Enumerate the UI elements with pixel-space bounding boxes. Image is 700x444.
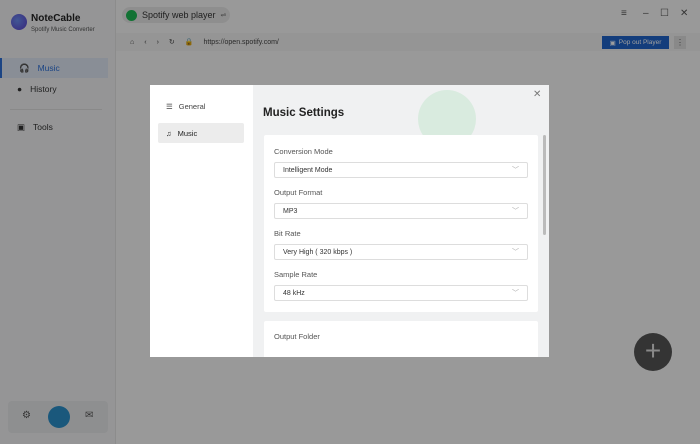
nav-label: General xyxy=(178,101,206,111)
settings-nav-music[interactable]: ♫ Music xyxy=(158,123,244,143)
sliders-icon: ☰ xyxy=(166,101,173,111)
output-format-select[interactable]: MP3 ﹀ xyxy=(274,203,528,219)
dialog-title: Music Settings xyxy=(263,107,345,119)
output-format-label: Output Format xyxy=(274,188,323,197)
chevron-down-icon: ﹀ xyxy=(512,208,519,215)
nav-label: Music xyxy=(177,128,198,138)
music-note-icon: ♫ xyxy=(166,128,172,138)
close-dialog-icon[interactable]: ✕ xyxy=(533,89,541,100)
sample-rate-select[interactable]: 48 kHz ﹀ xyxy=(274,285,528,301)
chevron-down-icon: ﹀ xyxy=(512,290,519,297)
conversion-mode-label: Conversion Mode xyxy=(274,147,333,156)
select-value: MP3 xyxy=(283,207,298,215)
select-value: Very High ( 320 kbps ) xyxy=(283,248,353,256)
chevron-down-icon: ﹀ xyxy=(512,249,519,256)
scrollbar[interactable] xyxy=(543,135,546,235)
bit-rate-label: Bit Rate xyxy=(274,229,301,238)
bit-rate-select[interactable]: Very High ( 320 kbps ) ﹀ xyxy=(274,244,528,260)
sample-rate-label: Sample Rate xyxy=(274,270,318,279)
settings-nav: ☰ General ♫ Music xyxy=(150,85,253,357)
settings-panel: Music Settings ✕ Conversion Mode Intelli… xyxy=(253,85,549,357)
settings-nav-general[interactable]: ☰ General xyxy=(158,96,244,116)
select-value: 48 kHz xyxy=(283,289,305,297)
output-folder-label: Output Folder xyxy=(274,332,320,341)
chevron-down-icon: ﹀ xyxy=(512,167,519,174)
conversion-mode-select[interactable]: Intelligent Mode ﹀ xyxy=(274,162,528,178)
settings-dialog: ☰ General ♫ Music Music Settings ✕ Convers… xyxy=(150,85,549,357)
select-value: Intelligent Mode xyxy=(283,166,333,174)
